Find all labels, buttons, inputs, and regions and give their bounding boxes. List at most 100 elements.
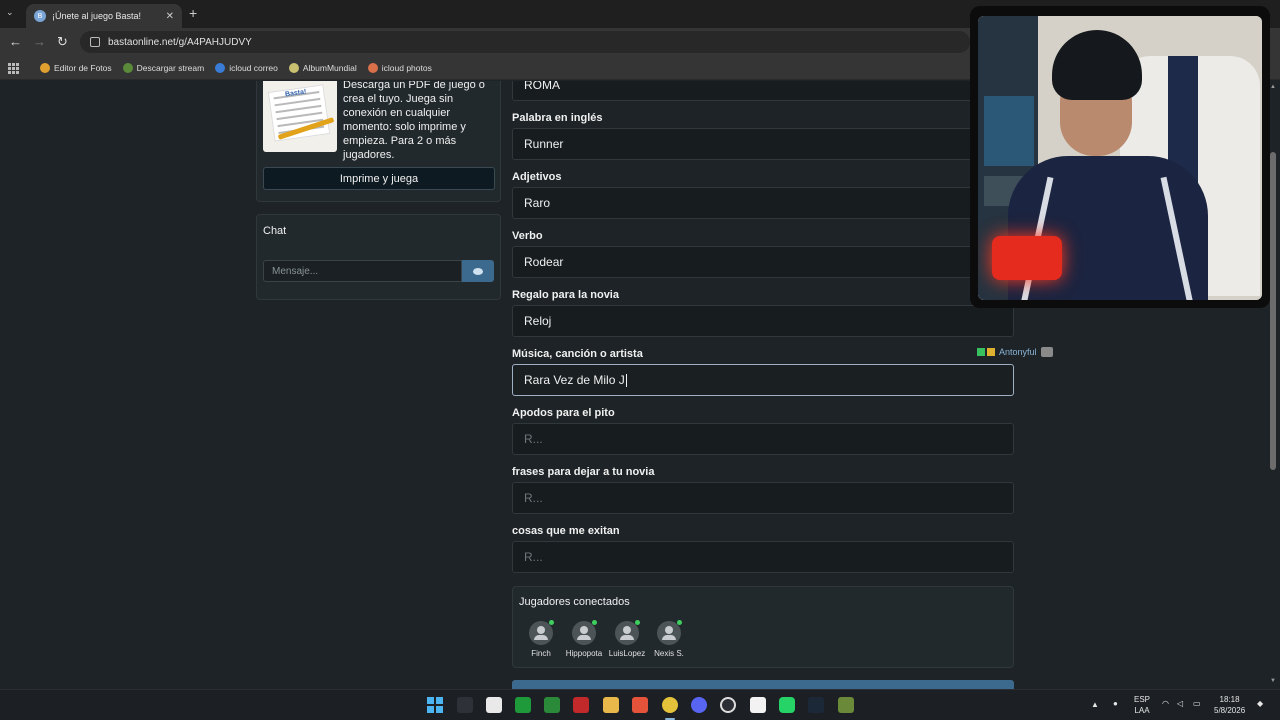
- game-app-icon[interactable]: [573, 697, 589, 713]
- connected-players-panel: Jugadores conectados Finch Hippopota Lui…: [512, 586, 1014, 668]
- bookmark-icloud-photos[interactable]: icloud photos: [367, 62, 432, 73]
- bookmark-favicon-icon: [367, 62, 378, 73]
- tab-list-button[interactable]: ⌄: [6, 7, 14, 18]
- field-label: Palabra en inglés: [512, 112, 603, 124]
- bookmark-editor-de-fotos[interactable]: Editor de Fotos: [40, 62, 112, 73]
- obs-icon[interactable]: [720, 697, 736, 713]
- user-avatar-icon: [529, 620, 554, 645]
- steam-icon[interactable]: [808, 697, 824, 713]
- bookmark-label: icloud photos: [381, 62, 432, 73]
- print-and-play-button[interactable]: Imprime y juega: [263, 167, 495, 190]
- bookmark-albummundial[interactable]: AlbumMundial: [288, 62, 357, 73]
- clock-time: 18:18: [1219, 695, 1240, 704]
- chat-send-button[interactable]: [462, 260, 494, 282]
- scroll-down-arrow-icon[interactable]: ▼: [1270, 678, 1276, 684]
- bookmark-label: Editor de Fotos: [54, 62, 112, 73]
- user-avatar-icon: [657, 620, 682, 645]
- field-label: Regalo para la novia: [512, 289, 619, 301]
- answer-field-8[interactable]: R...: [512, 541, 1014, 573]
- print-promo-card: Basta! Descarga un PDF de juego o crea e…: [256, 81, 501, 202]
- player-badge-icon: [977, 348, 985, 356]
- chat-panel: Chat Mensaje...: [256, 214, 501, 300]
- windows-start-icon[interactable]: [427, 697, 443, 713]
- chrome-icon[interactable]: [662, 697, 678, 713]
- promo-description: Descarga un PDF de juego o crea el tuyo.…: [343, 81, 485, 161]
- submit-button[interactable]: [512, 680, 1014, 689]
- file-explorer-icon[interactable]: [603, 697, 619, 713]
- site-favicon-icon: B: [34, 10, 46, 22]
- field-label: Adjetivos: [512, 171, 562, 183]
- page-scrollbar[interactable]: [1270, 152, 1276, 470]
- forward-button[interactable]: →: [33, 34, 46, 49]
- player-badge-icon: [987, 348, 995, 356]
- webcam-overlay: [970, 6, 1270, 308]
- bookmark-label: Descargar stream: [136, 62, 205, 73]
- bookmark-label: icloud correo: [229, 62, 278, 73]
- reload-button[interactable]: ↻: [57, 34, 68, 50]
- field-label: Música, canción o artista: [512, 348, 643, 360]
- answer-field-1[interactable]: Runner: [512, 128, 1014, 160]
- clock[interactable]: 18:18 5/8/2026: [1214, 694, 1245, 716]
- clock-date: 5/8/2026: [1214, 706, 1246, 715]
- bookmark-descargar-stream[interactable]: Descargar stream: [122, 62, 205, 73]
- tray-chevron-icon[interactable]: ▲: [1091, 699, 1099, 710]
- browser-tab[interactable]: B ¡Únete al juego Basta! ✕: [26, 4, 182, 28]
- answer-field-0[interactable]: ROMA: [512, 81, 1014, 101]
- typing-player-name: Antonyful: [999, 347, 1037, 357]
- store-icon[interactable]: [486, 697, 502, 713]
- language-indicator[interactable]: ESP LAA: [1134, 694, 1150, 716]
- notification-bell-icon[interactable]: ◆: [1257, 698, 1263, 709]
- scroll-up-arrow-icon[interactable]: ▲: [1270, 84, 1276, 90]
- excel-icon[interactable]: [544, 697, 560, 713]
- capcut-icon[interactable]: [750, 697, 766, 713]
- tab-close-icon[interactable]: ✕: [166, 11, 174, 22]
- chat-message-input[interactable]: Mensaje...: [263, 260, 462, 282]
- tab-title: ¡Únete al juego Basta!: [52, 11, 142, 21]
- answer-field-text: Rara Vez de Milo J: [524, 373, 625, 387]
- answer-field-3[interactable]: Rodear: [512, 246, 1014, 278]
- text-caret: [625, 373, 627, 387]
- task-view-icon[interactable]: [457, 697, 473, 713]
- webcam-video: [978, 16, 1262, 300]
- printable-sheet-image: Basta!: [263, 81, 337, 152]
- apps-grid-icon[interactable]: [8, 62, 20, 74]
- field-label: Apodos para el pito: [512, 407, 615, 419]
- players-title: Jugadores conectados: [519, 596, 630, 608]
- language-code: ESP: [1134, 695, 1151, 704]
- microphone-icon[interactable]: ●: [1113, 698, 1118, 709]
- volume-icon[interactable]: ◁: [1177, 698, 1183, 709]
- discord-icon[interactable]: [691, 697, 707, 713]
- player-avatar-icon: [1040, 347, 1053, 357]
- bookmark-label: AlbumMundial: [302, 62, 357, 73]
- answer-field-5[interactable]: Rara Vez de Milo J: [512, 364, 1014, 396]
- player-typing-tag: Antonyful: [977, 344, 1055, 360]
- bookmark-favicon-icon: [215, 62, 226, 73]
- bookmark-favicon-icon: [288, 62, 299, 73]
- whatsapp-icon[interactable]: [779, 697, 795, 713]
- new-tab-button[interactable]: +: [189, 5, 197, 21]
- minecraft-icon[interactable]: [838, 697, 854, 713]
- answer-field-4[interactable]: Reloj: [512, 305, 1014, 337]
- bookmark-favicon-icon: [40, 62, 50, 73]
- answer-field-2[interactable]: Raro: [512, 187, 1014, 219]
- comment-icon: [473, 267, 483, 275]
- field-label: Verbo: [512, 230, 543, 242]
- address-bar[interactable]: bastaonline.net/g/A4PAHJUDVY: [80, 31, 970, 53]
- user-avatar-icon: [572, 620, 597, 645]
- field-label: frases para dejar a tu novia: [512, 466, 655, 478]
- site-info-icon[interactable]: [90, 37, 100, 47]
- back-button[interactable]: ←: [9, 34, 22, 49]
- wifi-icon[interactable]: ◠: [1162, 698, 1169, 709]
- bookmark-icloud-correo[interactable]: icloud correo: [215, 62, 278, 73]
- field-label: cosas que me exitan: [512, 525, 620, 537]
- player-item: Nexis S.: [644, 620, 694, 658]
- player-name: Nexis S.: [654, 649, 684, 658]
- answer-field-7[interactable]: R...: [512, 482, 1014, 514]
- xbox-icon[interactable]: [515, 697, 531, 713]
- answer-field-6[interactable]: R...: [512, 423, 1014, 455]
- brave-browser-icon[interactable]: [632, 697, 648, 713]
- battery-icon[interactable]: ▭: [1193, 698, 1201, 709]
- player-name: Hippopota: [565, 649, 603, 658]
- user-avatar-icon: [615, 620, 640, 645]
- player-name: Finch: [531, 649, 551, 658]
